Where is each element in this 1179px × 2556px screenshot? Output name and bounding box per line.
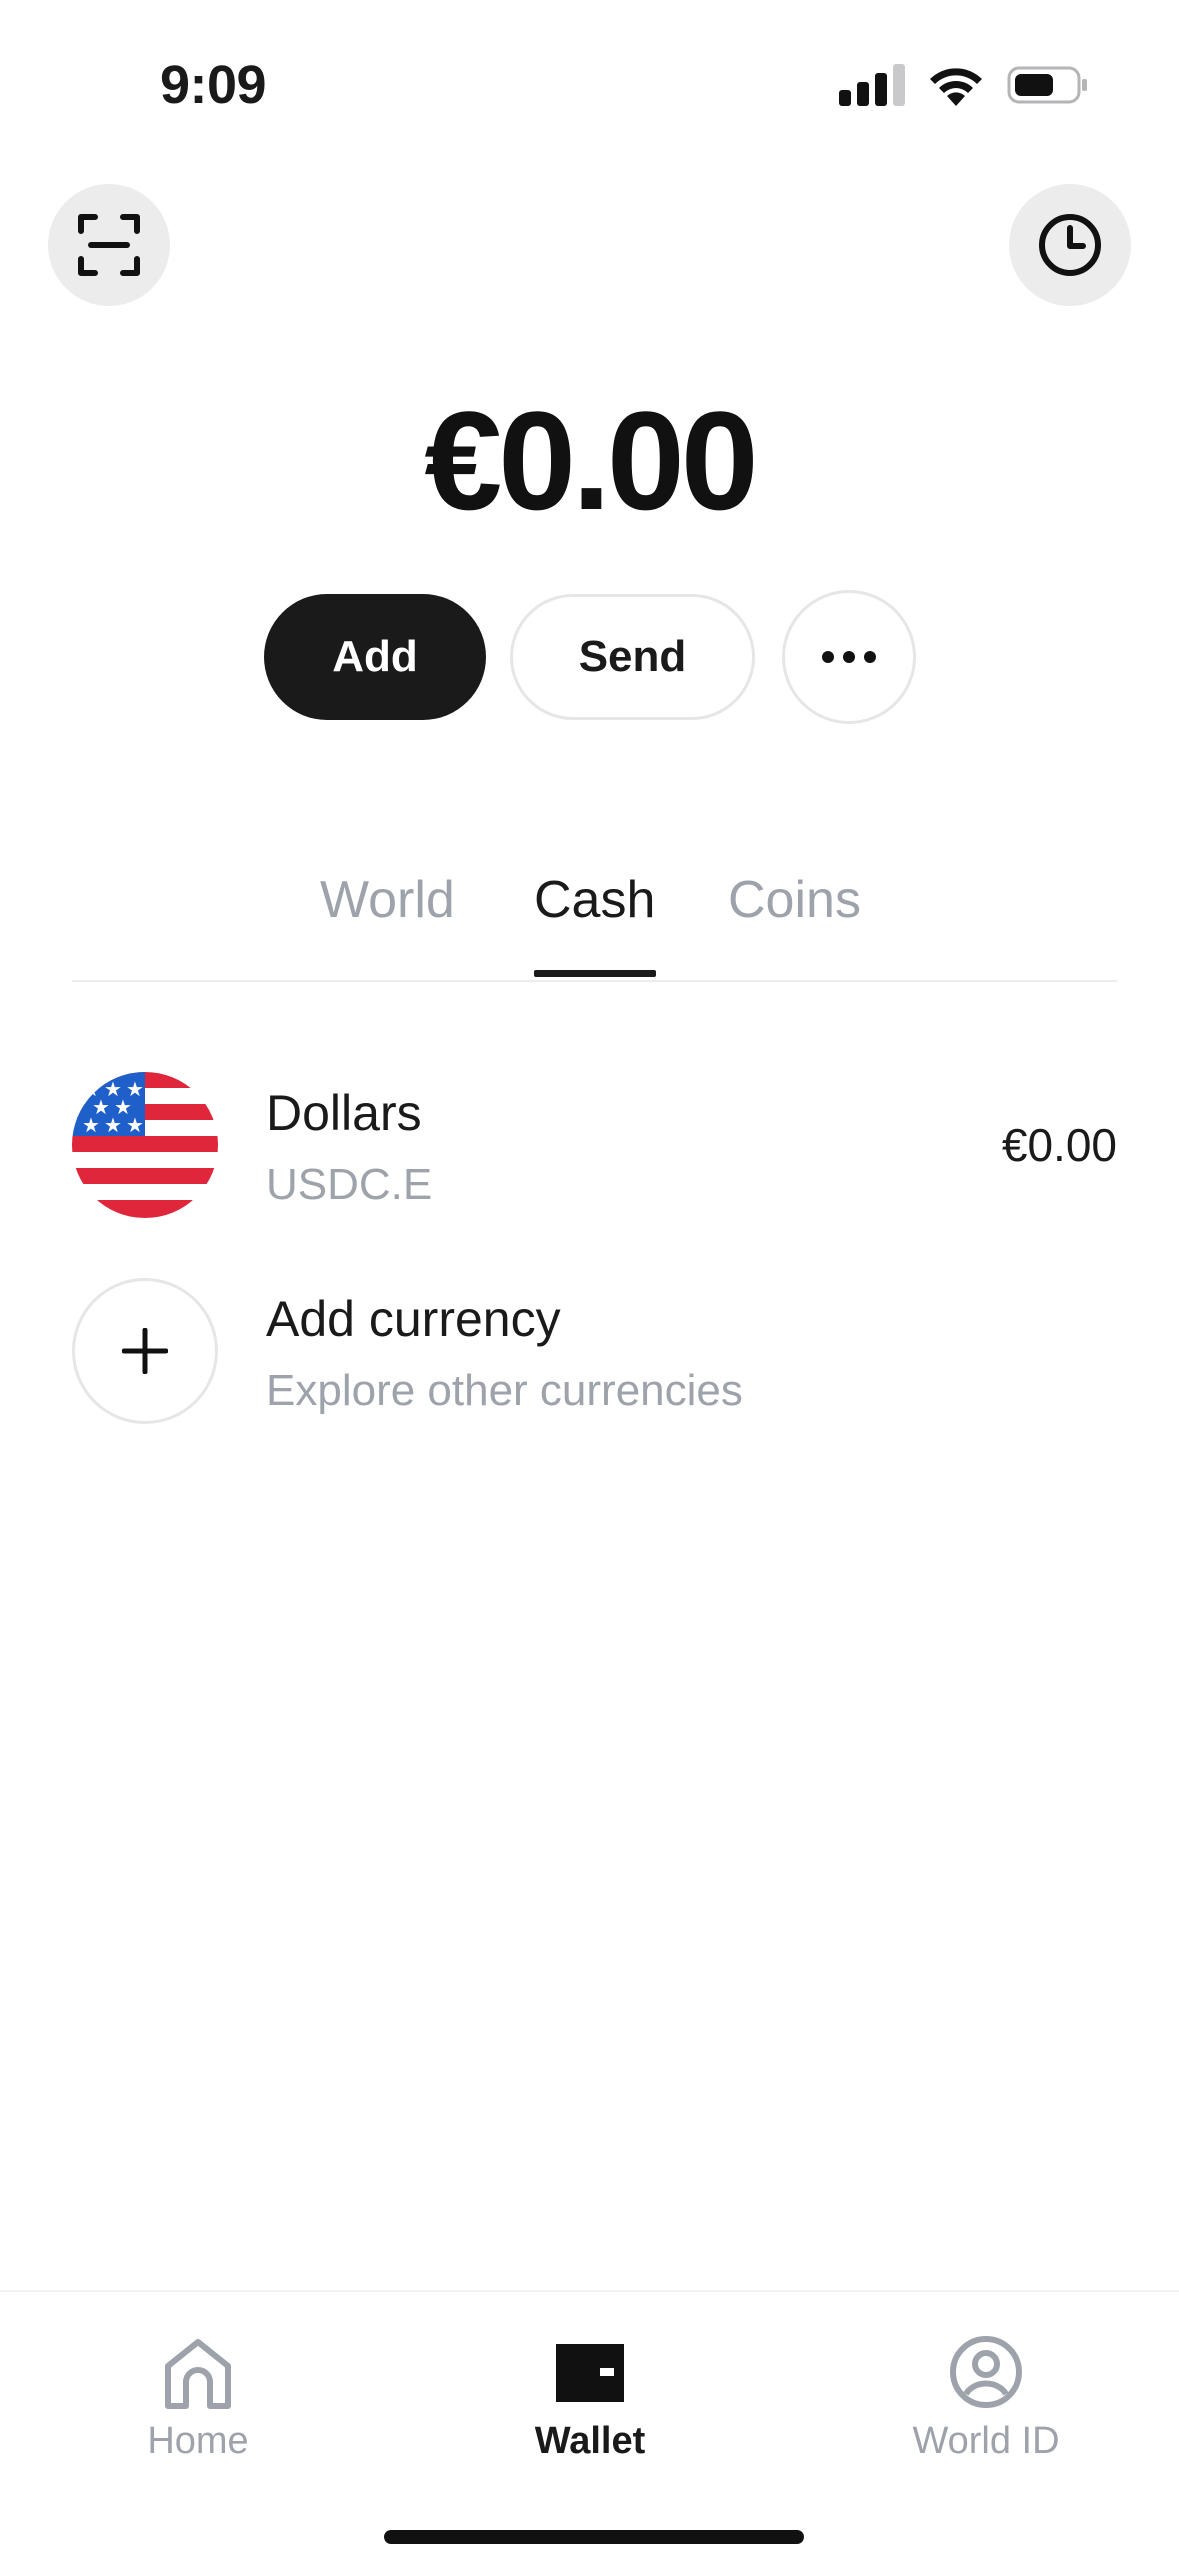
history-button[interactable] <box>1009 184 1131 306</box>
action-buttons: Add Send <box>0 590 1179 724</box>
add-currency-title: Add currency <box>266 1291 561 1347</box>
currency-title: Dollars <box>266 1085 422 1141</box>
signal-icon <box>839 64 905 106</box>
nav-home-label: Home <box>147 2420 249 2462</box>
tab-world[interactable]: World <box>320 870 455 980</box>
home-indicator[interactable] <box>384 2530 804 2544</box>
currency-subtitle: USDC.E <box>266 1160 433 1209</box>
scan-button[interactable] <box>48 184 170 306</box>
nav-world-id[interactable]: World ID <box>836 2292 1136 2492</box>
tab-cash[interactable]: Cash <box>534 870 655 980</box>
nav-home[interactable]: Home <box>48 2292 348 2492</box>
nav-wallet-label: Wallet <box>534 2420 646 2462</box>
add-button[interactable]: Add <box>264 594 486 720</box>
us-flag-icon: ★ ★ ★ ★ ★ ★ ★ ★ <box>72 1072 218 1218</box>
add-currency-subtitle: Explore other currencies <box>266 1366 743 1415</box>
list-item-add-currency[interactable]: Add currency Explore other currencies <box>72 1278 1117 1428</box>
svg-text:★: ★ <box>82 1113 100 1137</box>
scan-icon <box>78 214 140 276</box>
svg-text:★: ★ <box>126 1113 144 1137</box>
wallet-screen: 9:09 €0.00 Add Send World Cash Coins ★ ★… <box>0 0 1179 2556</box>
wifi-icon <box>930 68 982 106</box>
user-circle-icon <box>950 2336 1022 2408</box>
nav-wallet[interactable]: Wallet <box>440 2292 740 2492</box>
status-time: 9:09 <box>160 55 267 115</box>
currency-amount: €0.00 <box>1001 1119 1117 1171</box>
status-icons <box>839 62 1089 108</box>
clock-icon <box>1039 214 1101 276</box>
list-item-dollars[interactable]: ★ ★ ★ ★ ★ ★ ★ ★ Dollars USDC.E €0.00 <box>72 1072 1117 1222</box>
home-icon <box>165 2339 231 2409</box>
tab-coins[interactable]: Coins <box>728 870 861 980</box>
plus-icon <box>122 1328 168 1374</box>
more-button[interactable] <box>782 590 916 724</box>
add-currency-button[interactable] <box>72 1278 218 1424</box>
bottom-nav: Home Wallet World ID <box>0 2290 1179 2556</box>
tabs-divider <box>72 980 1117 982</box>
balance-amount: €0.00 <box>424 382 758 539</box>
send-button[interactable]: Send <box>510 594 755 720</box>
wallet-tabs: World Cash Coins <box>0 870 1179 980</box>
battery-icon <box>1007 66 1087 104</box>
svg-text:★: ★ <box>104 1113 122 1137</box>
wallet-icon <box>556 2344 624 2402</box>
more-dots-icon <box>822 651 876 663</box>
active-tab-indicator <box>534 970 656 977</box>
nav-world-id-label: World ID <box>912 2420 1060 2462</box>
